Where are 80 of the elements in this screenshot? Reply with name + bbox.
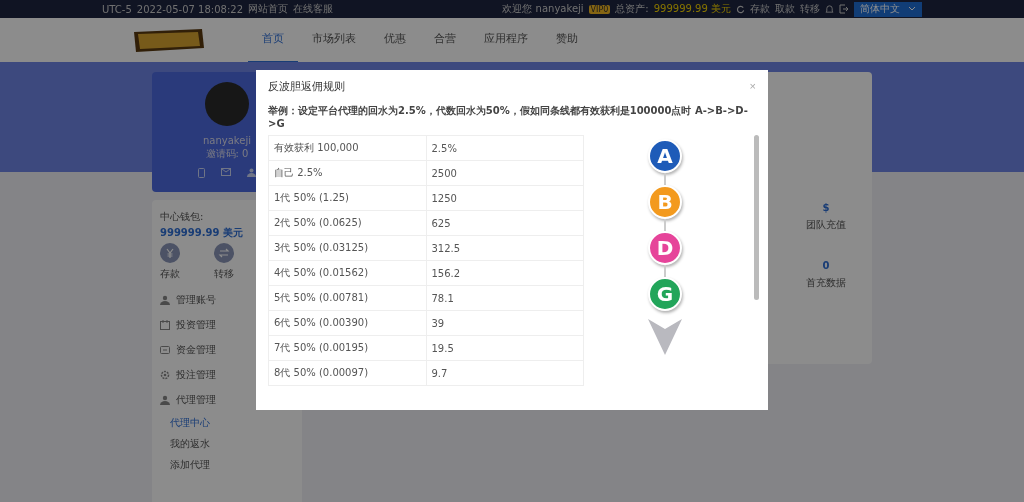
stat-value: 0 — [822, 260, 830, 271]
user-icon — [160, 294, 170, 305]
dialog-title: 反波胆返佣规则 — [268, 78, 345, 94]
table-cell: 1250 — [426, 185, 584, 211]
table-cell: 1代 50% (1.25) — [268, 185, 426, 211]
sidebar-item[interactable]: 资金管理 — [176, 342, 216, 357]
bell-icon[interactable] — [825, 4, 834, 14]
table-cell: 3代 50% (0.03125) — [268, 235, 426, 261]
stat-label: 首充数据 — [806, 276, 846, 290]
datetime: 2022-05-07 18:08:22 — [136, 3, 243, 15]
scrollbar[interactable] — [754, 135, 759, 300]
top-action[interactable]: 存款 — [750, 2, 770, 16]
sidebar-item[interactable]: 投资管理 — [176, 317, 216, 332]
table-cell: 39 — [426, 310, 584, 336]
mail-icon[interactable] — [221, 168, 231, 176]
wallet-action-label[interactable]: 存款 — [160, 267, 180, 281]
swap-icon[interactable] — [214, 243, 234, 263]
nav-tab[interactable]: 应用程序 — [470, 17, 542, 63]
sidebar-item[interactable]: 管理账号 — [176, 292, 216, 307]
wallet-value: 999999.99 美元 — [160, 226, 243, 240]
sidebar-item[interactable]: 投注管理 — [176, 367, 216, 382]
refresh-icon[interactable] — [736, 4, 745, 14]
table-cell: 156.2 — [426, 260, 584, 286]
calendar-icon — [160, 319, 170, 330]
gear-icon — [160, 369, 170, 380]
user-icon — [160, 394, 170, 405]
chain-node: B — [648, 185, 682, 219]
table-cell: 9.7 — [426, 360, 584, 386]
yen-icon[interactable] — [160, 243, 180, 263]
table-cell: 2代 50% (0.0625) — [268, 210, 426, 236]
table-cell: 6代 50% (0.00390) — [268, 310, 426, 336]
logout-icon[interactable] — [839, 4, 849, 14]
language-select[interactable]: 简体中文 — [854, 1, 922, 17]
nav-tab[interactable]: 合营 — [420, 17, 470, 63]
table-cell: 312.5 — [426, 235, 584, 261]
caret-icon[interactable] — [908, 6, 916, 12]
chain-node: G — [648, 277, 682, 311]
wallet-icon — [160, 344, 170, 355]
sidebar-subitem[interactable]: 代理中心 — [160, 412, 294, 433]
table-cell: 78.1 — [426, 285, 584, 311]
wallet-action-label[interactable]: 转移 — [214, 267, 234, 281]
invite-code: 邀请码: 0 — [205, 147, 249, 160]
sidebar-item[interactable]: 代理管理 — [176, 392, 216, 407]
timezone: UTC-5 — [102, 3, 132, 15]
nav-tab[interactable]: 市场列表 — [298, 17, 370, 63]
username: nanyakeji — [203, 134, 251, 147]
close-button[interactable]: × — [749, 80, 756, 92]
table-cell: 有效获利 100,000 — [268, 135, 426, 161]
top-link[interactable]: 在线客服 — [293, 2, 333, 16]
welcome-text: 欢迎您 nanyakeji — [502, 2, 584, 16]
chain-node: A — [648, 139, 682, 173]
vip-badge: VIP0 — [588, 4, 611, 14]
assets-value: 999999.99 美元 — [653, 2, 731, 16]
top-link[interactable]: 网站首页 — [248, 2, 288, 16]
assets-label: 总资产: — [615, 2, 649, 16]
example-text: 举例：设定平台代理的回水为2.5%，代数回水为50%，假如同条线都有效获利是100000点时 A->B->D->G — [268, 104, 749, 130]
stat-label: 团队充值 — [806, 218, 846, 232]
stat-value: $ — [822, 202, 830, 213]
nav-tab[interactable]: 赞助 — [542, 17, 592, 63]
avatar — [205, 82, 249, 126]
table-cell: 2.5% — [426, 135, 584, 161]
top-action[interactable]: 转移 — [800, 2, 820, 16]
user-icon[interactable] — [247, 168, 256, 177]
sidebar-subitem[interactable]: 我的返水 — [160, 433, 294, 454]
sidebar-subitem[interactable]: 添加代理 — [160, 454, 294, 475]
table-cell: 8代 50% (0.00097) — [268, 360, 426, 386]
table-cell: 自己 2.5% — [268, 160, 426, 186]
table-cell: 5代 50% (0.00781) — [268, 285, 426, 311]
logo-drawing[interactable] — [132, 26, 206, 54]
table-cell: 625 — [426, 210, 584, 236]
table-cell: 2500 — [426, 160, 584, 186]
wallet-label: 中心钱包: — [160, 210, 204, 224]
table-cell: 7代 50% (0.00195) — [268, 335, 426, 361]
table-cell: 19.5 — [426, 335, 584, 361]
table-cell: 4代 50% (0.01562) — [268, 260, 426, 286]
phone-icon[interactable] — [198, 168, 205, 178]
top-action[interactable]: 取款 — [775, 2, 795, 16]
nav-tab[interactable]: 优惠 — [370, 17, 420, 63]
down-arrow-icon — [648, 319, 682, 355]
chain-node: D — [648, 231, 682, 265]
